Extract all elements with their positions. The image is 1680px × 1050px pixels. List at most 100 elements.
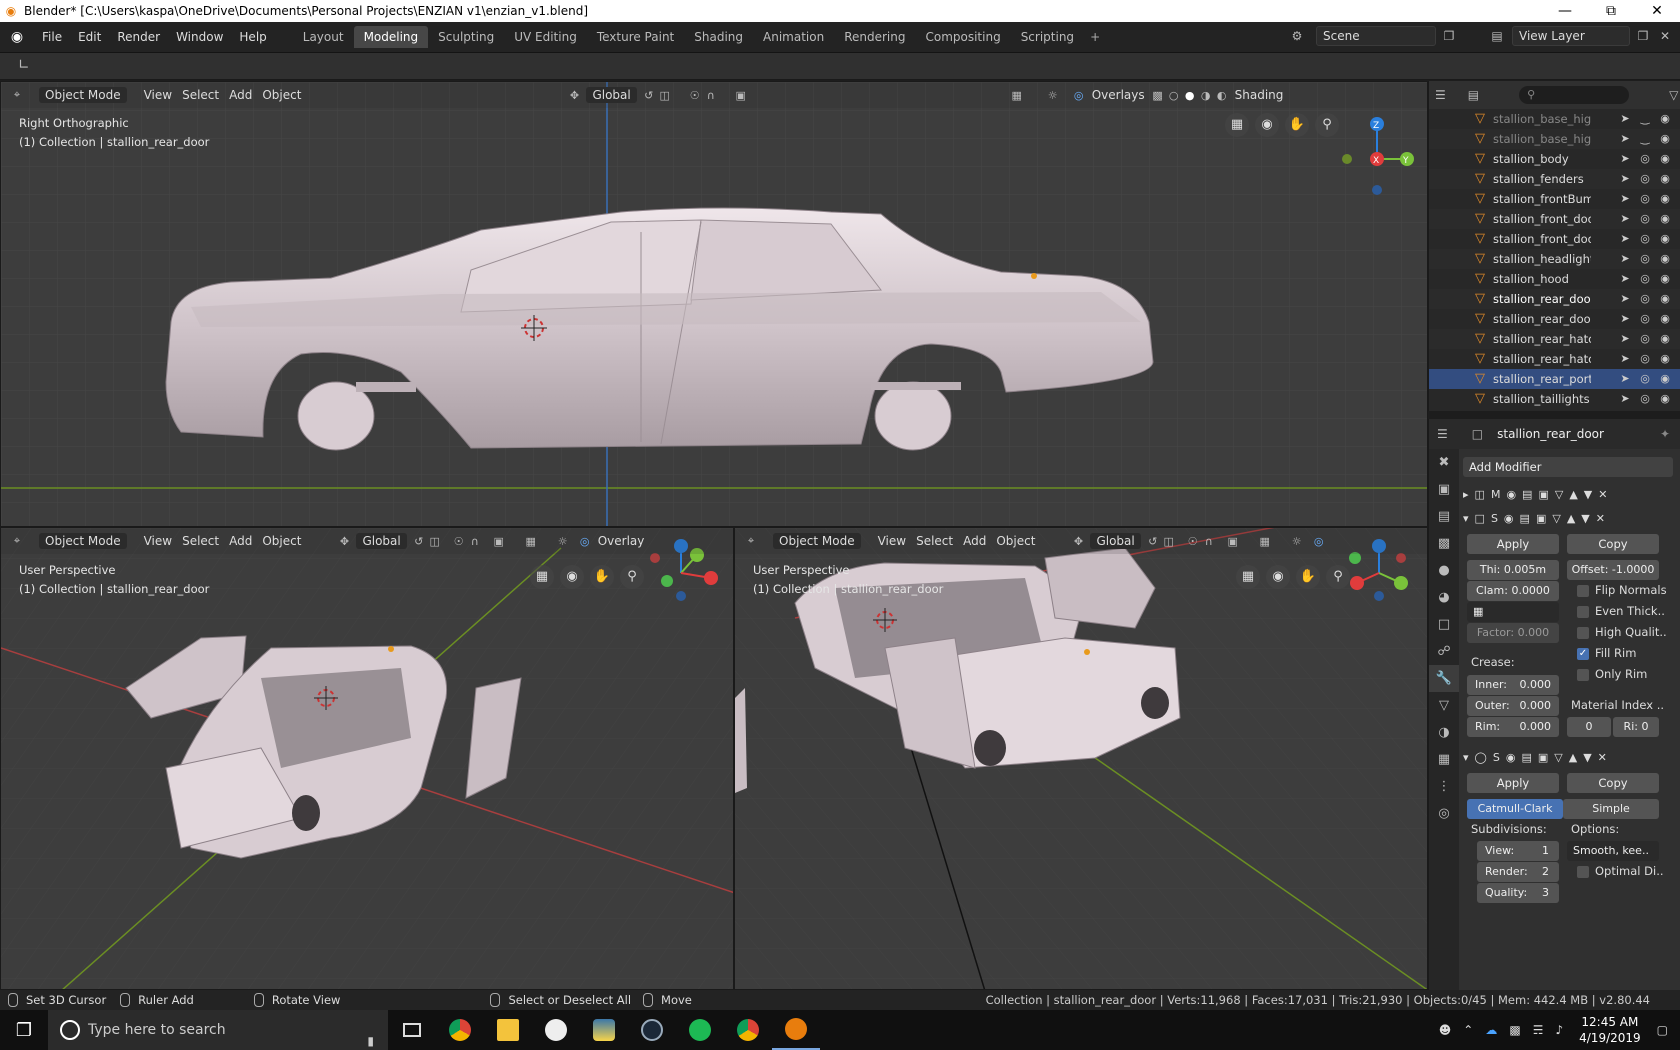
- transform-pivot-icon[interactable]: ▣: [1225, 535, 1241, 548]
- tab-uv-editing[interactable]: UV Editing: [504, 26, 587, 48]
- eye-icon[interactable]: ◎: [1637, 269, 1653, 289]
- editor-type-icon[interactable]: ☰: [1437, 427, 1448, 441]
- close-button[interactable]: ✕: [1634, 3, 1680, 19]
- solid-shading-icon[interactable]: ●: [1182, 89, 1198, 102]
- overlays-toggle-icon[interactable]: ◎: [1071, 89, 1087, 102]
- render-camera-icon[interactable]: ◉: [1657, 289, 1673, 309]
- eye-icon[interactable]: ◎: [1637, 149, 1653, 169]
- modifier-name-field[interactable]: S: [1493, 751, 1500, 764]
- world-tab-icon[interactable]: ◕: [1429, 584, 1459, 611]
- snap-icon[interactable]: ↺: [1145, 535, 1161, 548]
- camera-toggle-icon[interactable]: ◉: [1504, 512, 1514, 525]
- outliner-item[interactable]: ▽ stallion_rear_hatch ➤ ◎ ◉: [1429, 329, 1680, 349]
- camera-icon[interactable]: ◉: [560, 565, 584, 589]
- select-arrow-icon[interactable]: ➤: [1617, 189, 1633, 209]
- add-workspace-button[interactable]: +: [1084, 30, 1106, 44]
- tool-tab-icon[interactable]: ✖: [1429, 449, 1459, 476]
- xray-icon[interactable]: ▩: [1150, 89, 1166, 102]
- select-menu[interactable]: Select: [177, 88, 224, 102]
- select-arrow-icon[interactable]: ➤: [1617, 349, 1633, 369]
- move-down-icon[interactable]: ▼: [1581, 512, 1589, 525]
- editor-type-icon[interactable]: ⌖: [743, 534, 759, 548]
- select-arrow-icon[interactable]: ➤: [1617, 289, 1633, 309]
- vertex-group-field[interactable]: ▦: [1467, 602, 1559, 622]
- eye-icon[interactable]: ◎: [1637, 209, 1653, 229]
- eye-icon[interactable]: ◎: [1637, 389, 1653, 409]
- menu-help[interactable]: Help: [231, 30, 274, 44]
- select-arrow-icon[interactable]: ➤: [1617, 169, 1633, 189]
- thickness-field[interactable]: Thi: 0.005m: [1467, 560, 1559, 580]
- people-icon[interactable]: ☻: [1433, 1023, 1458, 1037]
- blender-taskbar-icon[interactable]: [772, 1010, 820, 1050]
- view-object-types-icon[interactable]: ▦: [1009, 89, 1025, 102]
- add-menu[interactable]: Add: [224, 534, 257, 548]
- texture-tab-icon[interactable]: ▦: [1429, 746, 1459, 773]
- view-object-types-icon[interactable]: ▦: [1257, 535, 1273, 548]
- output-tab-icon[interactable]: ▤: [1429, 503, 1459, 530]
- select-arrow-icon[interactable]: ➤: [1617, 209, 1633, 229]
- blender-menu-icon[interactable]: ◉: [0, 29, 34, 45]
- transform-pivot-icon[interactable]: ▣: [733, 89, 749, 102]
- snap-icon[interactable]: ↺: [411, 535, 427, 548]
- microphone-icon[interactable]: ▮: [367, 1021, 374, 1050]
- editmode-toggle-icon[interactable]: ▣: [1538, 751, 1548, 764]
- orientation-icon[interactable]: ✥: [566, 89, 582, 102]
- snap-target-icon[interactable]: ◫: [657, 89, 673, 102]
- modifier-name-field[interactable]: M: [1491, 488, 1501, 501]
- view-menu[interactable]: View: [139, 534, 177, 548]
- viewport-toggle-icon[interactable]: ▤: [1521, 751, 1531, 764]
- view-object-types-icon[interactable]: ▦: [523, 535, 539, 548]
- python-icon[interactable]: [580, 1010, 628, 1050]
- particles-tab-icon[interactable]: ⋮: [1429, 773, 1459, 800]
- select-arrow-icon[interactable]: ➤: [1617, 269, 1633, 289]
- menu-window[interactable]: Window: [168, 30, 231, 44]
- zoom-icon[interactable]: ⚲: [620, 565, 644, 589]
- simple-button[interactable]: Simple: [1563, 799, 1659, 819]
- viewport-toggle-icon[interactable]: ▤: [1522, 488, 1532, 501]
- camera-icon[interactable]: ◉: [1266, 565, 1290, 589]
- crease-outer-field[interactable]: Outer: 0.000: [1467, 696, 1559, 716]
- eye-icon[interactable]: ◎: [1637, 349, 1653, 369]
- steam-icon[interactable]: [628, 1010, 676, 1050]
- proportional-edit-icon[interactable]: ☉: [687, 89, 703, 102]
- orientation-icon[interactable]: ✥: [336, 535, 352, 548]
- high-quality-checkbox[interactable]: [1577, 627, 1589, 639]
- network-icon[interactable]: ▩: [1503, 1023, 1526, 1037]
- tab-compositing[interactable]: Compositing: [915, 26, 1010, 48]
- render-camera-icon[interactable]: ◉: [1657, 249, 1673, 269]
- view-layer-icon[interactable]: ▤: [1488, 27, 1506, 45]
- eye-icon[interactable]: ◎: [1637, 189, 1653, 209]
- eye-icon[interactable]: ◎: [1637, 309, 1653, 329]
- task-view-icon[interactable]: [388, 1010, 436, 1050]
- snap-icon[interactable]: ↺: [641, 89, 657, 102]
- move-down-icon[interactable]: ▼: [1583, 751, 1591, 764]
- select-arrow-icon[interactable]: ➤: [1617, 229, 1633, 249]
- measure-tool-icon[interactable]: ∟: [18, 57, 30, 73]
- visibility-hidden-icon[interactable]: ‿: [1637, 109, 1653, 129]
- overlays-dropdown[interactable]: Overlay: [593, 534, 650, 548]
- outliner-item-selected[interactable]: ▽ stallion_rear_portal ➤◎◉: [1429, 369, 1680, 389]
- add-menu[interactable]: Add: [224, 88, 257, 102]
- editmode-toggle-icon[interactable]: ▣: [1536, 512, 1546, 525]
- object-menu[interactable]: Object: [257, 534, 306, 548]
- falloff-icon[interactable]: ∩: [467, 535, 483, 548]
- outliner-item[interactable]: ▽ stallion_front_doors ➤◎◉: [1429, 209, 1680, 229]
- select-menu[interactable]: Select: [177, 534, 224, 548]
- outliner-item[interactable]: ▽ stallion_rear_door.0 ➤◎◉: [1429, 309, 1680, 329]
- gizmo-toggle-icon[interactable]: ☼: [555, 535, 571, 548]
- render-camera-icon[interactable]: ◉: [1657, 389, 1673, 409]
- view-menu[interactable]: View: [873, 534, 911, 548]
- viewport-user-perspective-left[interactable]: ⌖ Object Mode View Select Add Object ✥ G…: [0, 527, 734, 990]
- factor-field[interactable]: Factor: 0.000: [1467, 623, 1559, 643]
- collapse-arrow-icon[interactable]: ▾: [1463, 512, 1469, 525]
- proportional-edit-icon[interactable]: ☉: [1185, 535, 1201, 548]
- optimal-display-checkbox[interactable]: [1577, 866, 1589, 878]
- subdiv-quality-field[interactable]: Quality: 3: [1477, 883, 1559, 903]
- camera-toggle-icon[interactable]: ◉: [1506, 751, 1516, 764]
- material-offset-field[interactable]: 0: [1567, 717, 1611, 737]
- outliner-item[interactable]: ▽ stallion_hood ➤ ◎ ◉: [1429, 269, 1680, 289]
- rim-material-offset-field[interactable]: Ri: 0: [1613, 717, 1659, 737]
- eye-icon[interactable]: ◎: [1637, 289, 1653, 309]
- overlays-toggle-icon[interactable]: ◎: [1311, 535, 1327, 548]
- pan-hand-icon[interactable]: ✋: [1285, 113, 1309, 137]
